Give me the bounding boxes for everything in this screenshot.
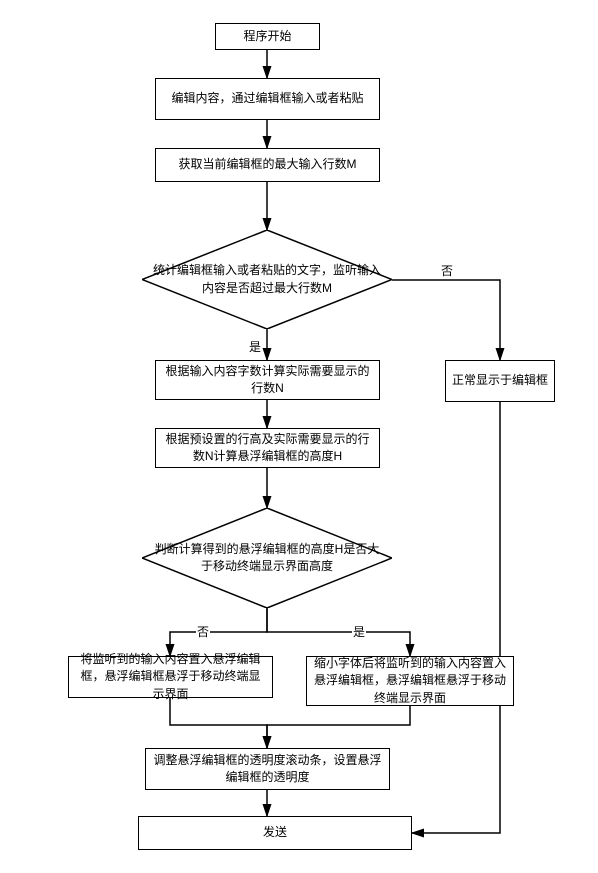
label-d2-yes: 是 xyxy=(352,623,366,640)
n5-text: 正常显示于编辑框 xyxy=(452,372,548,389)
label-d1-no: 否 xyxy=(440,262,454,279)
process-adjust-opacity: 调整悬浮编辑框的透明度滚动条，设置悬浮编辑框的透明度 xyxy=(145,748,390,790)
decision-exceeds-max: 统计编辑框输入或者粘贴的文字，监听输入内容是否超过最大行数M xyxy=(142,230,392,329)
n7-text: 将监听到的输入内容置入悬浮编辑框，悬浮编辑框悬浮于移动终端显示界面 xyxy=(75,651,266,703)
process-send: 发送 xyxy=(138,816,412,850)
decision-height-gt-screen: 判断计算得到的悬浮编辑框的高度H是否大于移动终端显示界面高度 xyxy=(142,508,392,608)
n2-text: 编辑内容，通过编辑框输入或者粘贴 xyxy=(171,90,363,107)
n4-text: 根据输入内容字数计算实际需要显示的行数N xyxy=(162,363,373,398)
process-get-max-lines: 获取当前编辑框的最大输入行数M xyxy=(155,148,380,182)
n3-text: 获取当前编辑框的最大输入行数M xyxy=(179,156,357,173)
process-start: 程序开始 xyxy=(215,23,320,50)
d1-text: 统计编辑框输入或者粘贴的文字，监听输入内容是否超过最大行数M xyxy=(152,262,382,297)
process-calc-height-h: 根据预设置的行高及实际需要显示的行数N计算悬浮编辑框的高度H xyxy=(155,428,380,468)
process-edit-content: 编辑内容，通过编辑框输入或者粘贴 xyxy=(155,78,380,120)
process-normal-display: 正常显示于编辑框 xyxy=(445,360,555,402)
process-calc-lines-n: 根据输入内容字数计算实际需要显示的行数N xyxy=(155,360,380,400)
n9-text: 调整悬浮编辑框的透明度滚动条，设置悬浮编辑框的透明度 xyxy=(152,752,383,787)
n6-text: 根据预设置的行高及实际需要显示的行数N计算悬浮编辑框的高度H xyxy=(162,431,373,466)
label-d1-yes: 是 xyxy=(248,338,262,355)
n1-text: 程序开始 xyxy=(243,28,291,45)
d2-text: 判断计算得到的悬浮编辑框的高度H是否大于移动终端显示界面高度 xyxy=(152,541,382,576)
label-d2-no: 否 xyxy=(196,623,210,640)
n10-text: 发送 xyxy=(263,824,287,841)
process-place-float-shrink: 缩小字体后将监听到的输入内容置入悬浮编辑框，悬浮编辑框悬浮于移动终端显示界面 xyxy=(306,656,514,706)
process-place-float-normal: 将监听到的输入内容置入悬浮编辑框，悬浮编辑框悬浮于移动终端显示界面 xyxy=(68,656,273,698)
n8-text: 缩小字体后将监听到的输入内容置入悬浮编辑框，悬浮编辑框悬浮于移动终端显示界面 xyxy=(313,655,507,707)
